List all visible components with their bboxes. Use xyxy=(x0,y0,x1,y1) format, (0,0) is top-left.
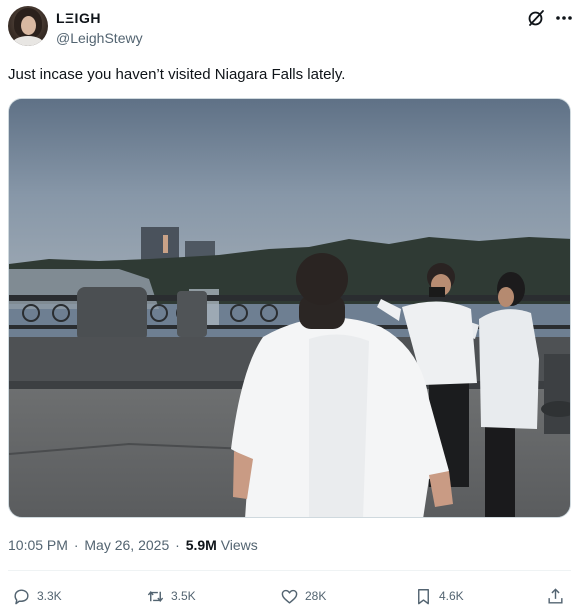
bookmark-icon xyxy=(418,588,429,604)
share-icon xyxy=(548,587,563,604)
author-display-name[interactable]: LΞIGH xyxy=(56,10,101,26)
bookmark-button[interactable]: 4.6K xyxy=(414,585,464,607)
repost-count: 3.5K xyxy=(171,589,196,603)
bookmark-count: 4.6K xyxy=(439,589,464,603)
tweet-text: Just incase you haven’t visited Niagara … xyxy=(8,66,346,83)
like-button[interactable]: 28K xyxy=(280,585,326,607)
avatar-face xyxy=(21,16,36,35)
meta-separator-1: · xyxy=(73,537,79,553)
reply-count: 3.3K xyxy=(37,589,62,603)
like-count: 28K xyxy=(305,589,327,603)
tweet-media-video[interactable] xyxy=(8,98,571,518)
meta-separator-2: · xyxy=(175,537,180,553)
author-handle[interactable]: @LeighStewy xyxy=(56,30,143,46)
share-button[interactable] xyxy=(546,585,565,607)
reply-icon xyxy=(14,588,29,604)
tweet-meta: 10:05 PM · May 26, 2025 · 5.9M Views xyxy=(8,537,258,553)
reply-button[interactable]: 3.3K xyxy=(12,585,62,607)
tweet-time[interactable]: 10:05 PM xyxy=(8,537,68,553)
tweet-date[interactable]: May 26, 2025 xyxy=(84,537,169,553)
repost-button[interactable]: 3.5K xyxy=(146,585,196,607)
more-icon[interactable] xyxy=(554,9,574,27)
views-label: Views xyxy=(220,537,258,553)
tweet-header: LΞIGH @LeighStewy xyxy=(0,0,581,56)
video-frame xyxy=(9,99,570,517)
avatar-shoulder xyxy=(12,36,44,46)
divider xyxy=(8,570,571,571)
like-icon xyxy=(281,589,298,604)
avatar[interactable] xyxy=(8,6,48,46)
tweet-actions: 3.3K 3.5K 28K 4.6K xyxy=(0,583,581,611)
repost-icon xyxy=(147,590,164,602)
grok-icon[interactable] xyxy=(527,9,545,27)
views-count: 5.9M xyxy=(185,537,217,553)
